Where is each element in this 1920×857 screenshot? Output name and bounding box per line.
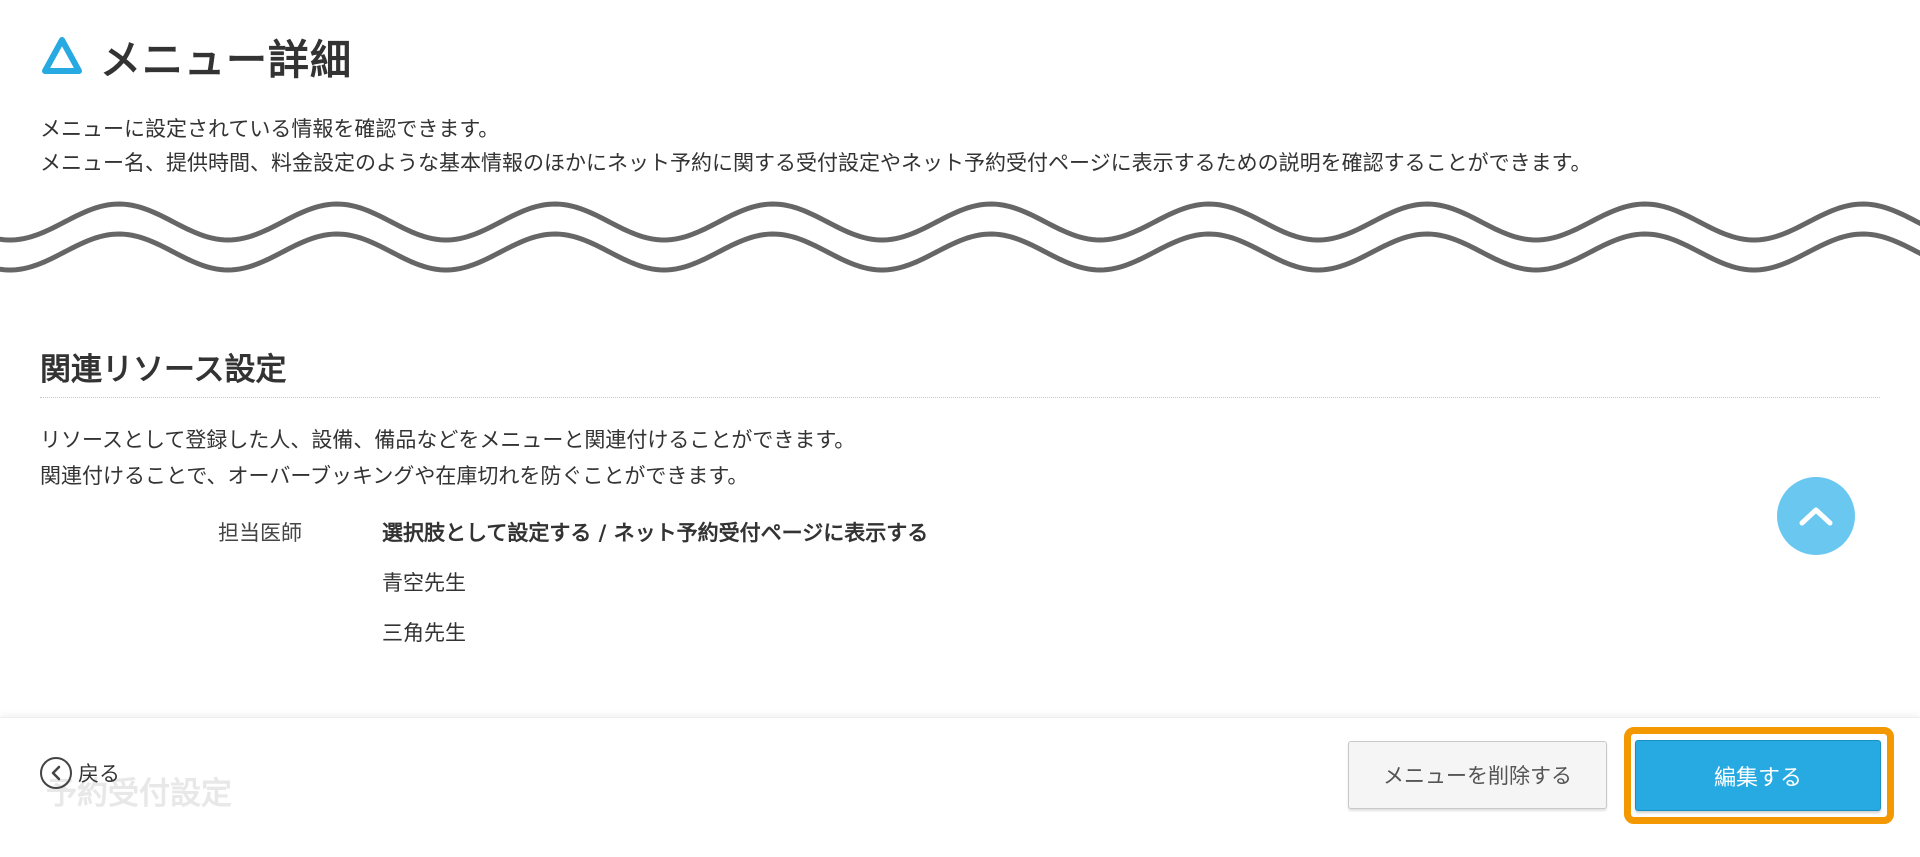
chevron-left-icon	[51, 765, 61, 781]
chevron-up-icon	[1799, 507, 1833, 526]
back-label: 戻る	[78, 762, 120, 786]
edit-button[interactable]: 編集する	[1635, 740, 1881, 811]
resource-item: 青空先生	[382, 571, 466, 595]
resource-values: 選択肢として設定する / ネット予約受付ページに表示する 青空先生 三角先生	[382, 517, 928, 667]
section-divider	[40, 397, 1880, 398]
page-header: メニュー詳細	[40, 26, 352, 86]
section-description: リソースとして登録した人、設備、備品などをメニューと関連付けることができます。 …	[40, 422, 855, 494]
scroll-to-top-button[interactable]	[1777, 477, 1855, 555]
omission-wave-divider	[0, 201, 1920, 273]
page-description: メニューに設定されている情報を確認できます。 メニュー名、提供時間、料金設定のよ…	[40, 112, 1591, 180]
resource-setting: 選択肢として設定する / ネット予約受付ページに表示する	[382, 521, 929, 545]
back-link[interactable]: 戻る	[40, 757, 120, 789]
page-description-line: メニュー名、提供時間、料金設定のような基本情報のほかにネット予約に関する受付設定…	[40, 151, 1592, 175]
page-title: メニュー詳細	[100, 36, 352, 84]
section-description-line: 関連付けることで、オーバーブッキングや在庫切れを防ぐことができます。	[40, 464, 749, 488]
resource-label: 担当医師	[218, 521, 302, 545]
page-description-line: メニューに設定されている情報を確認できます。	[40, 117, 500, 141]
section-description-line: リソースとして登録した人、設備、備品などをメニューと関連付けることができます。	[40, 428, 856, 452]
chevron-left-circle-icon	[40, 757, 72, 789]
triangle-logo-icon	[42, 37, 82, 74]
resource-item: 三角先生	[382, 621, 466, 645]
section-title: 関連リソース設定	[40, 352, 287, 388]
delete-menu-button[interactable]: メニューを削除する	[1348, 741, 1607, 809]
